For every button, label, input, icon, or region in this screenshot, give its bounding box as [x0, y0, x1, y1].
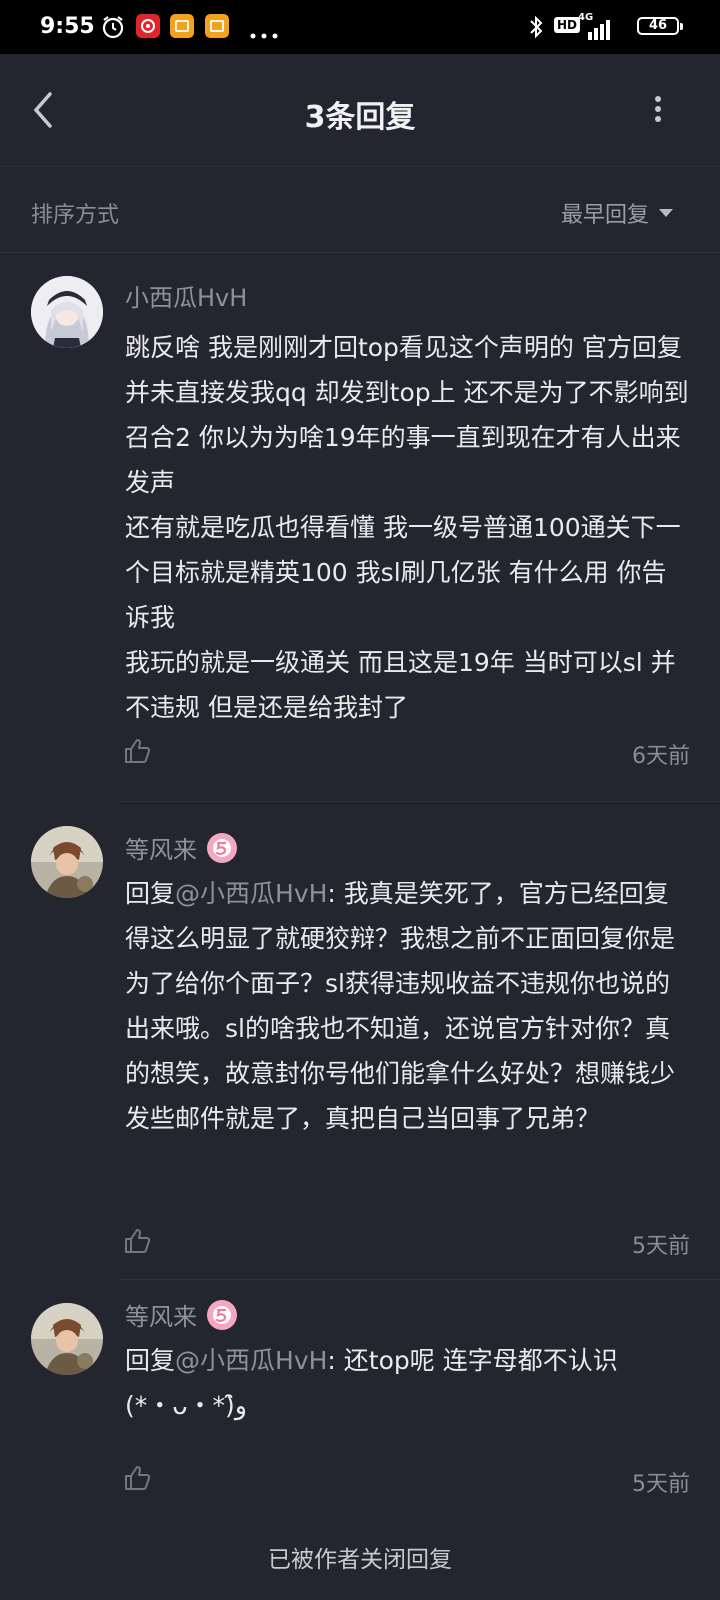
- sort-dropdown[interactable]: 最早回复: [561, 197, 675, 229]
- level-badge-icon: [207, 832, 237, 863]
- hd-badge: HD: [554, 17, 581, 33]
- username-text: 小西瓜HvH: [125, 284, 248, 312]
- avatar[interactable]: [31, 826, 103, 898]
- comment-username[interactable]: 等风来: [125, 830, 237, 865]
- status-bar: 9:55 HD 4G 46: [0, 0, 720, 54]
- comment-text: 回复@小西瓜HvH: 我真是笑死了，官方已经回复得这么明显了就硬狡辩？我想之前不…: [125, 871, 690, 1141]
- caret-down-icon: [659, 209, 673, 217]
- comment-time: 5天前: [632, 1472, 690, 1497]
- username-text: 等风来: [125, 1303, 197, 1331]
- divider: [118, 801, 720, 802]
- sort-bar: 排序方式 最早回复: [0, 166, 720, 253]
- netease-music-icon: [136, 14, 160, 42]
- comment-text: 跳反啥 我是刚刚才回top看见这个声明的 官方回复 并未直接发我qq 却发到to…: [125, 333, 689, 722]
- comment-body: : 我真是笑死了，官方已经回复得这么明显了就硬狡辩？我想之前不正面回复你是为了给…: [125, 879, 676, 1133]
- page-title: 3条回复: [304, 100, 416, 135]
- comment-time: 6天前: [632, 744, 690, 769]
- more-vertical-icon[interactable]: [654, 94, 662, 128]
- reply-prefix: 回复: [125, 1346, 176, 1375]
- like-icon[interactable]: [123, 1464, 151, 1496]
- level-badge-icon: [207, 1299, 237, 1330]
- comment-username[interactable]: 小西瓜HvH: [125, 278, 247, 313]
- username-text: 等风来: [125, 836, 197, 864]
- reply-prefix: 回复: [125, 879, 176, 908]
- comment-time: 5天前: [632, 1234, 690, 1259]
- comment-text: 回复@小西瓜HvH: 还top呢 连字母都不认识 (*・ᴗ・*)و̑̑: [125, 1338, 690, 1428]
- like-icon[interactable]: [123, 1227, 151, 1259]
- app-icon: [170, 14, 194, 42]
- avatar[interactable]: [31, 276, 103, 348]
- battery-icon: 46: [637, 17, 683, 35]
- header: 3条回复: [0, 54, 720, 167]
- app-icon: [205, 14, 229, 42]
- comment-username[interactable]: 等风来: [125, 1297, 237, 1332]
- divider: [118, 1279, 720, 1280]
- sort-label: 排序方式: [31, 203, 120, 228]
- mention-link[interactable]: @小西瓜HvH: [175, 1346, 327, 1375]
- alarm-icon: [100, 14, 126, 44]
- bluetooth-icon: [528, 15, 544, 43]
- status-time: 9:55: [40, 14, 95, 39]
- like-icon[interactable]: [123, 737, 151, 769]
- sort-selected: 最早回复: [560, 203, 649, 228]
- mention-link[interactable]: @小西瓜HvH: [175, 879, 327, 908]
- replies-closed-notice: 已被作者关闭回复: [268, 1547, 452, 1573]
- more-dots-icon: [250, 24, 278, 43]
- signal-icon: [586, 18, 614, 44]
- avatar[interactable]: [31, 1303, 103, 1375]
